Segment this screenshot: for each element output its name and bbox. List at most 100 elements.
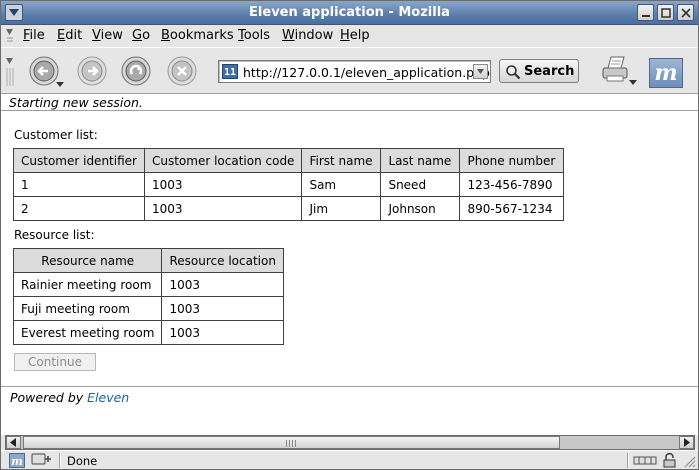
table-cell: 1003	[161, 296, 285, 321]
table-cell: 123-456-7890	[459, 172, 565, 197]
resource-table-header-row: Resource name Resource location	[12, 248, 285, 273]
menu-window[interactable]: Window	[282, 28, 333, 43]
scroll-right-button[interactable]	[679, 436, 694, 449]
table-cell: Jim	[301, 196, 382, 221]
address-bar-url[interactable]: http://127.0.0.1/eleven_application.php	[243, 65, 490, 80]
table-row: 2 1003 Jim Johnson 890-567-1234	[13, 196, 565, 221]
lock-icon[interactable]	[662, 453, 678, 468]
window-title: Eleven application - Mozilla	[249, 5, 450, 20]
table-cell: Sneed	[380, 172, 461, 197]
menu-bookmarks[interactable]: Bookmarks	[161, 28, 234, 43]
table-cell: 1	[13, 172, 145, 197]
navigation-toolbar: 11 http://127.0.0.1/eleven_application.p…	[1, 47, 698, 93]
menu-go[interactable]: Go	[132, 28, 150, 43]
arrow-left-icon	[10, 438, 16, 447]
stop-button[interactable]	[167, 56, 197, 86]
back-button[interactable]	[29, 56, 64, 87]
maximize-button[interactable]	[657, 4, 674, 21]
customer-table: Customer identifier Customer location co…	[13, 148, 565, 221]
search-button[interactable]: Search	[499, 59, 579, 83]
column-header: Customer location code	[143, 148, 303, 173]
column-header: Resource location	[161, 248, 285, 273]
table-row: Everest meeting room 1003	[12, 320, 285, 345]
maximize-icon	[661, 8, 671, 18]
horizontal-scrollbar[interactable]	[5, 435, 695, 450]
customer-table-header-row: Customer identifier Customer location co…	[13, 148, 565, 173]
scrollbar-thumb[interactable]	[23, 436, 560, 449]
table-row: 1 1003 Sam Sneed 123-456-7890	[13, 172, 565, 197]
arrow-right-icon	[684, 438, 690, 447]
print-button[interactable]	[599, 54, 639, 88]
title-bar: Eleven application - Mozilla	[1, 1, 698, 25]
browser-window: Eleven application - Mozilla File Edit V…	[0, 0, 699, 470]
menubar-grip-icon[interactable]	[5, 27, 15, 45]
menu-bar: File Edit View Go Bookmarks Tools Window…	[1, 25, 698, 47]
table-cell: Johnson	[380, 196, 461, 221]
search-button-label: Search	[524, 64, 575, 79]
svg-text:m: m	[11, 455, 23, 468]
menu-help[interactable]: Help	[340, 28, 370, 43]
resource-table: Resource name Resource location Rainier …	[12, 248, 285, 345]
session-status-bar: Starting new session.	[1, 93, 698, 111]
continue-button[interactable]: Continue	[14, 353, 96, 371]
column-header: Resource name	[12, 248, 163, 273]
mozilla-logo[interactable]: m	[649, 58, 683, 88]
page-content: Customer list: Customer identifier Custo…	[1, 111, 698, 435]
column-header: Phone number	[459, 148, 565, 173]
menu-file[interactable]: File	[23, 28, 45, 43]
reload-button[interactable]	[121, 56, 151, 86]
menu-edit[interactable]: Edit	[57, 28, 82, 43]
search-icon	[506, 65, 521, 80]
table-cell: Rainier meeting room	[12, 272, 163, 297]
powered-by-footer: Powered by Eleven	[10, 390, 129, 405]
address-dropdown-button[interactable]	[473, 64, 488, 79]
table-cell: 1003	[143, 172, 303, 197]
table-cell: Fuji meeting room	[12, 296, 163, 321]
close-button[interactable]	[677, 4, 694, 21]
chevron-down-icon	[477, 69, 484, 74]
eleven-link[interactable]: Eleven	[87, 390, 129, 405]
status-bar: m Done	[1, 450, 698, 469]
table-row: Rainier meeting room 1003	[12, 272, 285, 297]
reload-icon	[121, 56, 151, 86]
table-cell: 2	[13, 196, 145, 221]
scroll-left-button[interactable]	[6, 436, 21, 449]
session-status-text: Starting new session.	[9, 95, 143, 110]
table-cell: 1003	[161, 272, 285, 297]
stop-icon	[167, 56, 197, 86]
close-icon	[681, 8, 691, 18]
table-cell: 1003	[161, 320, 285, 345]
table-cell: Everest meeting room	[12, 320, 163, 345]
statusbar-separator	[59, 453, 61, 468]
divider	[1, 386, 698, 388]
toolbar-grip-icon[interactable]	[5, 56, 15, 88]
column-header: First name	[301, 148, 382, 173]
table-cell: Sam	[301, 172, 382, 197]
menu-tools[interactable]: Tools	[238, 28, 270, 43]
address-bar[interactable]: 11 http://127.0.0.1/eleven_application.p…	[218, 60, 491, 83]
mozilla-status-icon[interactable]: m	[9, 453, 25, 468]
thumb-grip-icon	[286, 440, 296, 447]
table-row: Fuji meeting room 1003	[12, 296, 285, 321]
column-header: Customer identifier	[13, 148, 145, 173]
online-status-icon[interactable]	[31, 453, 53, 468]
resource-list-label: Resource list:	[14, 228, 95, 242]
site-favicon-icon: 11	[222, 64, 238, 79]
menu-view[interactable]: View	[92, 28, 123, 43]
minimize-button[interactable]	[637, 4, 654, 21]
printer-icon	[602, 56, 637, 85]
forward-button[interactable]	[77, 56, 107, 86]
resize-grip-icon[interactable]	[681, 453, 697, 468]
mozilla-logo-letter: m	[654, 60, 678, 86]
table-cell: 1003	[143, 196, 303, 221]
back-arrow-icon	[29, 56, 64, 87]
customer-list-label: Customer list:	[14, 128, 98, 142]
status-text: Done	[67, 454, 98, 468]
column-header: Last name	[380, 148, 461, 173]
table-cell: 890-567-1234	[459, 196, 565, 221]
statusbar-separator	[627, 453, 629, 468]
powered-by-text: Powered by	[10, 390, 88, 405]
minimize-icon	[642, 15, 650, 17]
forward-arrow-icon	[77, 56, 107, 86]
progress-meter-icon	[633, 456, 657, 465]
